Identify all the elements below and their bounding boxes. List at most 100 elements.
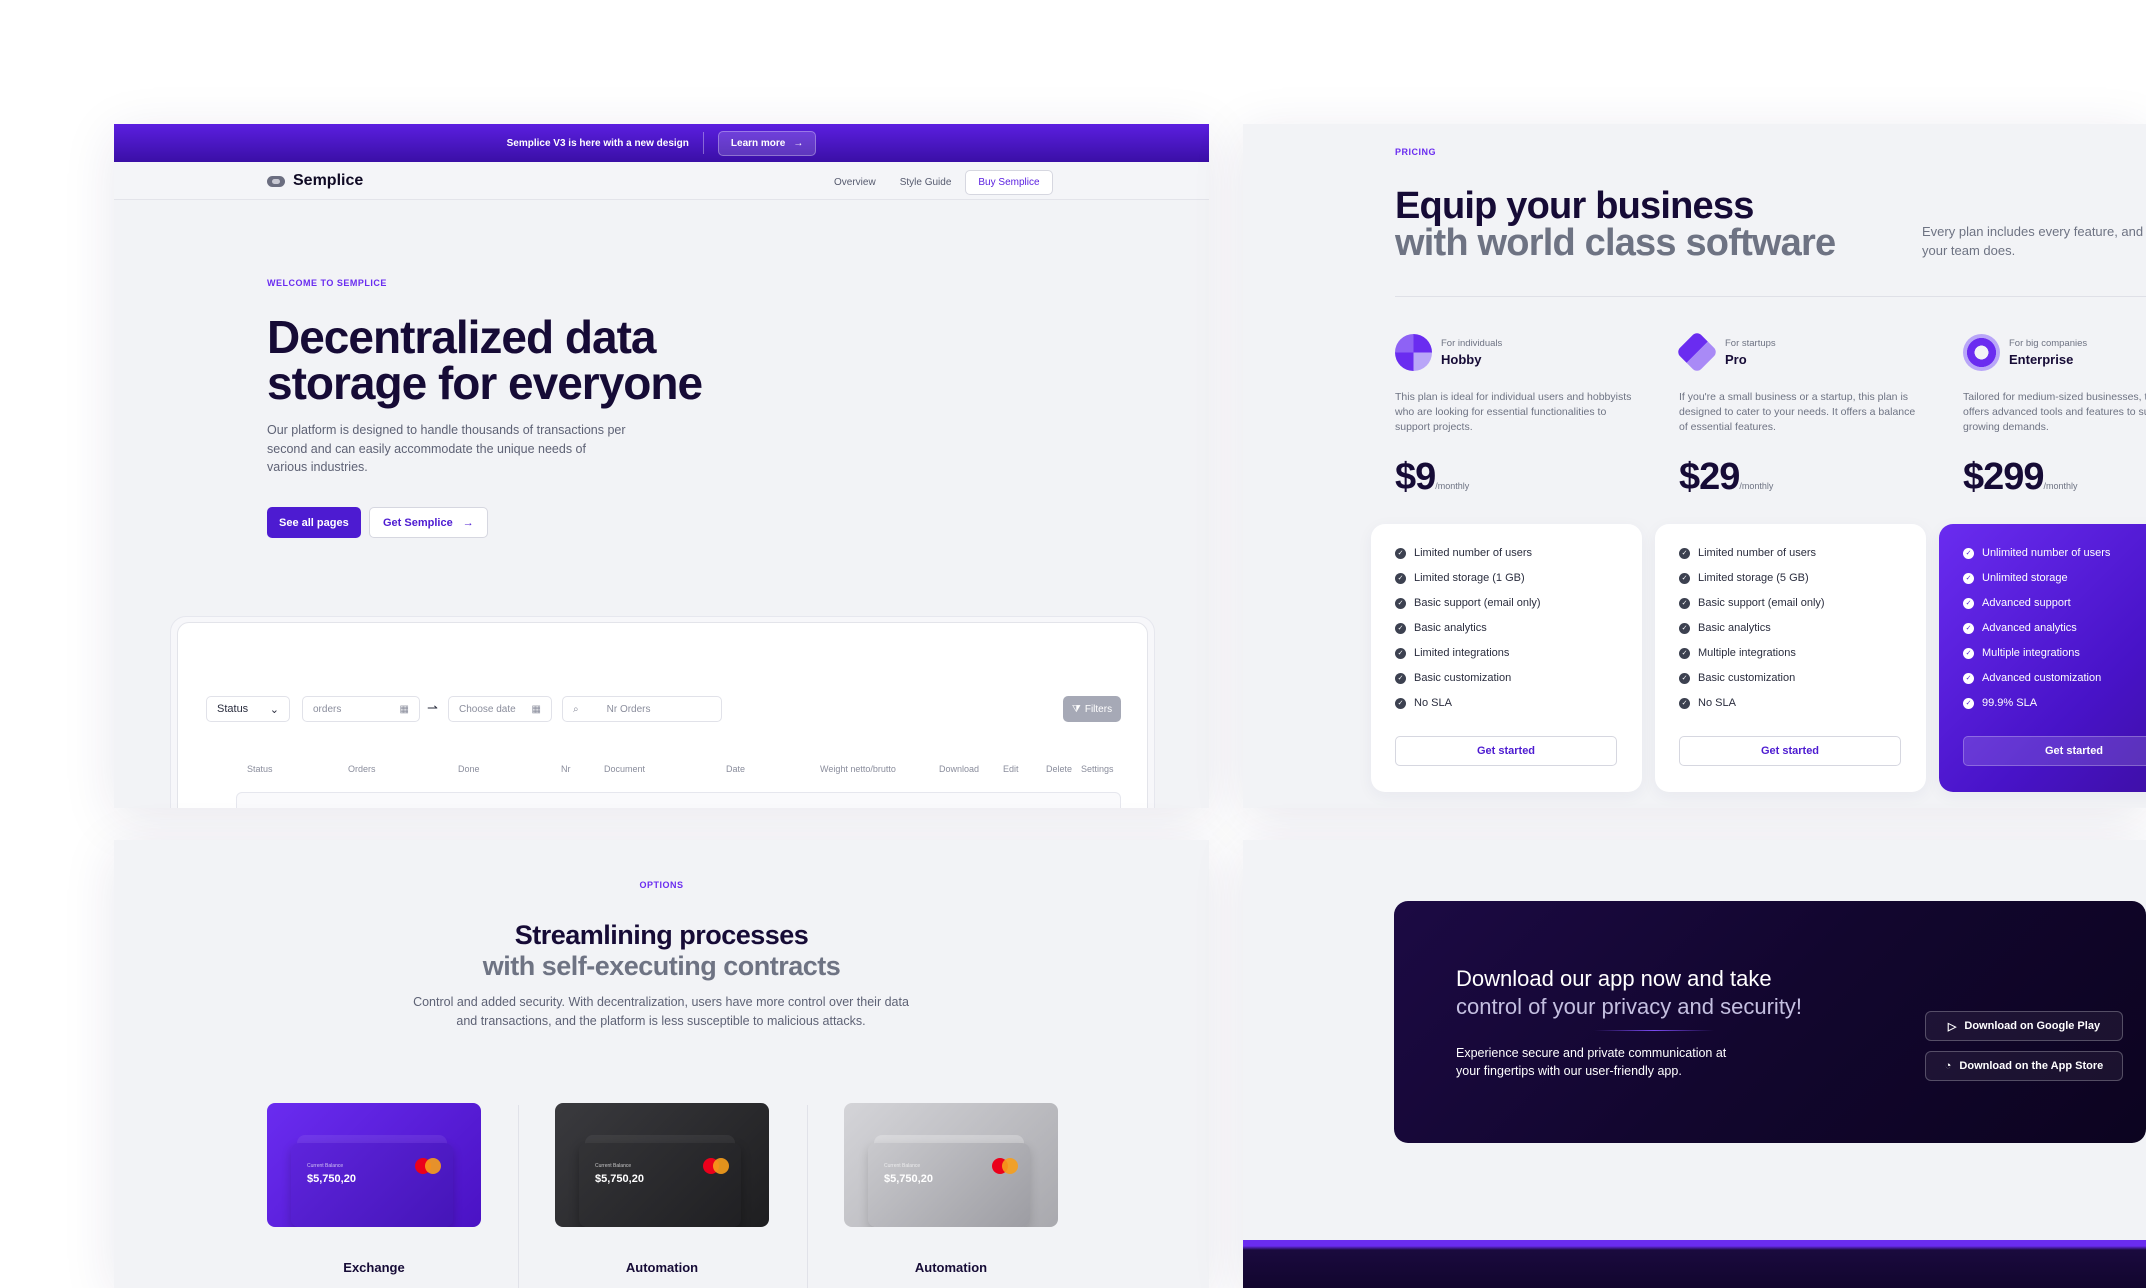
feature-label: Unlimited storage [1982, 572, 2068, 584]
play-icon: ▷ [1947, 1020, 1957, 1033]
buy-semplice-button[interactable]: Buy Semplice [965, 170, 1053, 195]
filters-button[interactable]: ⧩ Filters [1063, 696, 1121, 722]
feature-label: Basic customization [1414, 672, 1512, 684]
check-icon: ✓ [1963, 697, 1974, 709]
check-icon: ✓ [1963, 597, 1974, 609]
column-divider [518, 1105, 519, 1288]
get-started-button[interactable]: Get started [1963, 736, 2146, 766]
chevron-down-icon: ⌄ [269, 703, 279, 716]
brand-logo[interactable]: Semplice [267, 172, 363, 190]
status-select[interactable]: Status ⌄ [206, 696, 290, 722]
feature-label: Basic analytics [1698, 622, 1771, 634]
table-row[interactable] [236, 792, 1121, 808]
col-settings: Settings [1081, 764, 1114, 774]
range-arrow-icon: ⇀ [427, 700, 438, 715]
date-placeholder: Choose date [459, 703, 516, 715]
feature-label: Advanced support [1982, 597, 2071, 609]
card-title-exchange: Exchange [343, 1260, 405, 1275]
feature-label: Limited storage (1 GB) [1414, 572, 1525, 584]
orders-search-field[interactable]: ⌕ Nr Orders [562, 696, 722, 722]
feature-label: Multiple integrations [1982, 647, 2080, 659]
pricing-panel: PRICING Equip your business with world c… [1243, 124, 2146, 808]
price-amount: $29 [1679, 456, 1740, 498]
price-period: /monthly [1435, 481, 1470, 491]
calendar-icon: ▦ [531, 703, 541, 715]
price-amount: $9 [1395, 456, 1436, 498]
mastercard-icon [415, 1158, 441, 1174]
pro-plan-icon [1675, 330, 1719, 374]
feature-label: Basic customization [1698, 672, 1796, 684]
accent-line [1594, 1030, 1714, 1031]
mastercard-icon [992, 1158, 1018, 1174]
plan-audience: For startups [1725, 338, 1776, 349]
google-play-label: Download on Google Play [1964, 1020, 2101, 1032]
feature-label: Basic analytics [1414, 622, 1487, 634]
plan-description: Tailored for medium-sized businesses, th… [1963, 391, 2146, 433]
feature-item: ✓ Basic customization [1679, 672, 1795, 684]
hobby-plan-icon [1395, 334, 1432, 371]
feature-item: ✓ 99.9% SLA [1963, 697, 2037, 709]
download-banner: Download our app now and take control of… [1394, 901, 2146, 1143]
orders-date-field[interactable]: orders ▦ [302, 696, 420, 722]
price-period: /monthly [2043, 481, 2078, 491]
feature-label: Basic support (email only) [1698, 597, 1825, 609]
see-all-pages-button[interactable]: See all pages [267, 507, 361, 538]
feature-label: Limited number of users [1414, 547, 1532, 559]
download-title-line1: Download our app now and take [1456, 966, 1772, 991]
feature-label: Unlimited number of users [1982, 547, 2111, 559]
feature-item: ✓ Advanced customization [1963, 672, 2101, 684]
price-amount: $299 [1963, 456, 2045, 498]
search-placeholder: Nr Orders [606, 703, 651, 715]
filters-label: Filters [1084, 703, 1113, 715]
col-orders[interactable]: Orders [348, 764, 376, 774]
plan-price: $299/monthly [1963, 456, 2078, 499]
get-started-button[interactable]: Get started [1679, 736, 1901, 766]
check-icon: ✓ [1395, 547, 1406, 559]
feature-item: ✓ No SLA [1395, 697, 1452, 709]
card-balance: $5,750,20 [307, 1173, 356, 1185]
card-title-automation: Automation [625, 1260, 699, 1275]
plan-description: This plan is ideal for individual users … [1395, 391, 1632, 433]
app-store-button[interactable]: ◔ Download on the App Store [1925, 1051, 2123, 1081]
feature-label: Limited storage (5 GB) [1698, 572, 1809, 584]
col-delete: Delete [1046, 764, 1073, 774]
card-balance-label: Current Balance [595, 1163, 632, 1169]
nav-style-guide[interactable]: Style Guide [900, 177, 952, 188]
top-nav: Semplice Overview Style Guide Buy Sempli… [114, 162, 1209, 200]
get-started-button[interactable]: Get started [1395, 736, 1617, 766]
learn-more-button[interactable]: Learn more → [717, 130, 817, 156]
nav-overview[interactable]: Overview [834, 177, 876, 188]
status-select-value: Status [217, 703, 249, 715]
feature-label: No SLA [1698, 697, 1736, 709]
google-play-button[interactable]: ▷ Download on Google Play [1925, 1011, 2123, 1041]
get-semplice-button[interactable]: Get Semplice → [369, 507, 488, 538]
feature-item: ✓ Limited storage (5 GB) [1679, 572, 1809, 584]
learn-more-label: Learn more [730, 137, 786, 149]
col-done[interactable]: Done [458, 764, 480, 774]
logo-mark-icon [267, 175, 285, 187]
col-nr: Nr [561, 764, 571, 774]
choose-date-field[interactable]: Choose date ▦ [448, 696, 552, 722]
download-title: Download our app now and take control of… [1456, 965, 1802, 1021]
credit-card [868, 1143, 1030, 1227]
pricing-side-text: Every plan includes every feature, and c… [1922, 224, 2146, 258]
check-icon: ✓ [1395, 622, 1406, 634]
feature-item: ✓ No SLA [1679, 697, 1736, 709]
feature-item: ✓ Basic customization [1395, 672, 1511, 684]
price-period: /monthly [1739, 481, 1774, 491]
download-panel: Download our app now and take control of… [1243, 840, 2146, 1288]
orders-placeholder: orders [313, 703, 342, 715]
hero-lead: Our platform is designed to handle thous… [267, 423, 626, 474]
col-date[interactable]: Date [726, 764, 745, 774]
get-semplice-label: Get Semplice [383, 516, 453, 529]
card-title-automation: Automation [914, 1260, 988, 1275]
plan-name: Hobby [1441, 352, 1482, 367]
feature-item: ✓ Basic analytics [1395, 622, 1487, 634]
col-edit: Edit [1003, 764, 1019, 774]
hero-eyebrow: WELCOME TO SEMPLICE [267, 278, 387, 288]
check-icon: ✓ [1395, 597, 1406, 609]
pricing-divider [1395, 296, 2146, 297]
credit-card [579, 1143, 741, 1227]
feature-item: ✓ Basic analytics [1679, 622, 1771, 634]
col-status[interactable]: Status [247, 764, 273, 774]
